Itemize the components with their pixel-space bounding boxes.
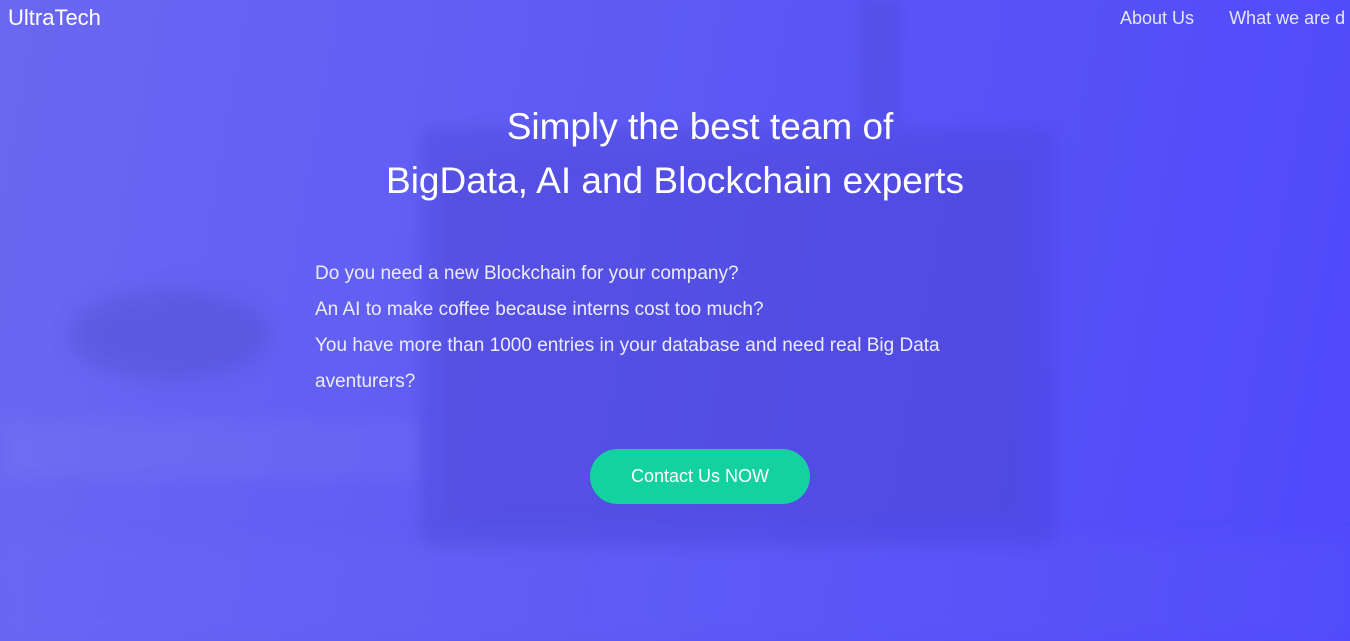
background-desk xyxy=(0,420,420,480)
hero-section: UltraTech About Us What we are d Simply … xyxy=(0,0,1350,641)
contact-us-button[interactable]: Contact Us NOW xyxy=(590,449,810,504)
top-nav: About Us What we are d xyxy=(1120,8,1350,29)
background-object xyxy=(70,290,270,380)
headline-line-1: Simply the best team of xyxy=(506,106,894,147)
brand-logo-link[interactable]: UltraTech xyxy=(8,5,101,31)
nav-link-about-us[interactable]: About Us xyxy=(1120,8,1194,28)
intro-line: An AI to make coffee because interns cos… xyxy=(315,299,764,320)
background-bottom xyxy=(0,540,1350,641)
hero-headline: Simply the best team of BigData, AI and … xyxy=(0,100,1350,208)
hero-intro-text: Do you need a new Blockchain for your co… xyxy=(315,256,1015,400)
intro-line: Do you need a new Blockchain for your co… xyxy=(315,263,739,284)
headline-line-2: BigData, AI and Blockchain experts xyxy=(386,160,964,201)
intro-line: You have more than 1000 entries in your … xyxy=(315,335,940,356)
intro-line: aventurers? xyxy=(315,371,416,392)
nav-link-what-we-are-doing[interactable]: What we are d xyxy=(1229,8,1345,28)
